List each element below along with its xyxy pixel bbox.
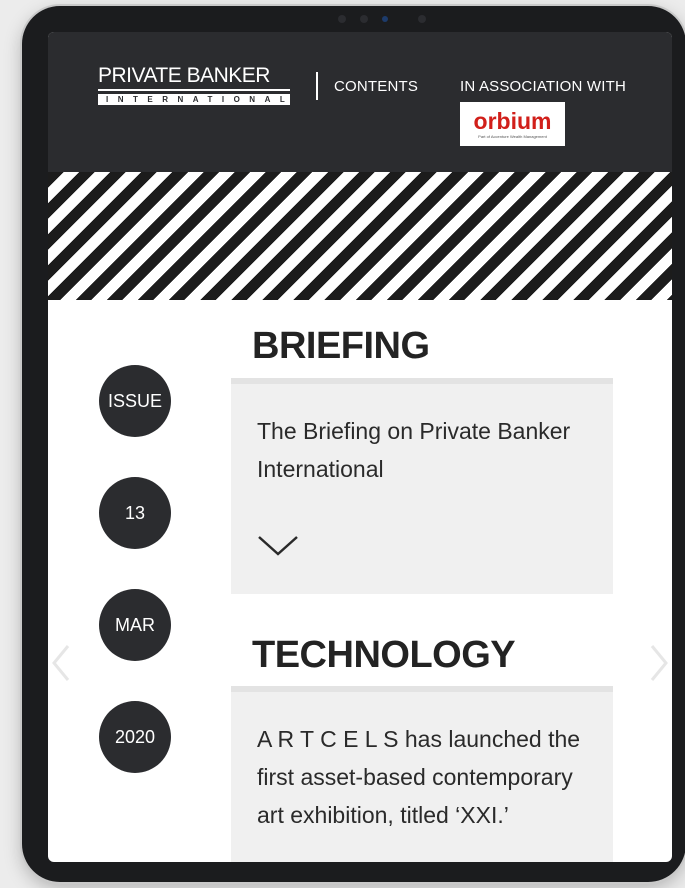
technology-text: A R T C E L S has launched the first ass… <box>257 726 581 828</box>
chevron-right-icon[interactable] <box>648 643 670 683</box>
magazine-header: PRIVATE BANKER INTERNATIONAL CONTENTS IN… <box>48 32 672 172</box>
section-title-briefing: BRIEFING <box>252 325 430 367</box>
orbium-logo[interactable]: orbium Part of Accenture Wealth Manageme… <box>460 102 565 146</box>
chevron-down-icon[interactable] <box>257 534 299 558</box>
tablet-frame: PRIVATE BANKER INTERNATIONAL CONTENTS IN… <box>22 6 685 882</box>
briefing-text: The Briefing on Private Banker Internati… <box>257 418 571 482</box>
screen: PRIVATE BANKER INTERNATIONAL CONTENTS IN… <box>48 32 672 862</box>
camera-bar <box>338 15 428 25</box>
header-divider <box>316 72 318 100</box>
diagonal-stripe-banner <box>48 172 672 300</box>
logo-main-text: PRIVATE BANKER <box>98 65 290 91</box>
association-label: IN ASSOCIATION WITH <box>460 78 627 95</box>
issue-month-badge: MAR <box>99 589 171 661</box>
chevron-left-icon[interactable] <box>50 643 72 683</box>
issue-year-badge: 2020 <box>99 701 171 773</box>
contents-link[interactable]: CONTENTS <box>334 78 418 95</box>
sponsor-name: orbium <box>473 108 552 134</box>
logo-sub-text: INTERNATIONAL <box>98 94 290 105</box>
issue-badge: ISSUE <box>99 365 171 437</box>
issue-number-badge: 13 <box>99 477 171 549</box>
technology-card[interactable]: A R T C E L S has launched the first ass… <box>231 686 613 862</box>
section-title-technology: TECHNOLOGY <box>252 634 516 676</box>
briefing-card[interactable]: The Briefing on Private Banker Internati… <box>231 378 613 594</box>
sponsor-tagline: Part of Accenture Wealth Management <box>478 134 547 139</box>
private-banker-logo[interactable]: PRIVATE BANKER INTERNATIONAL <box>98 65 290 105</box>
